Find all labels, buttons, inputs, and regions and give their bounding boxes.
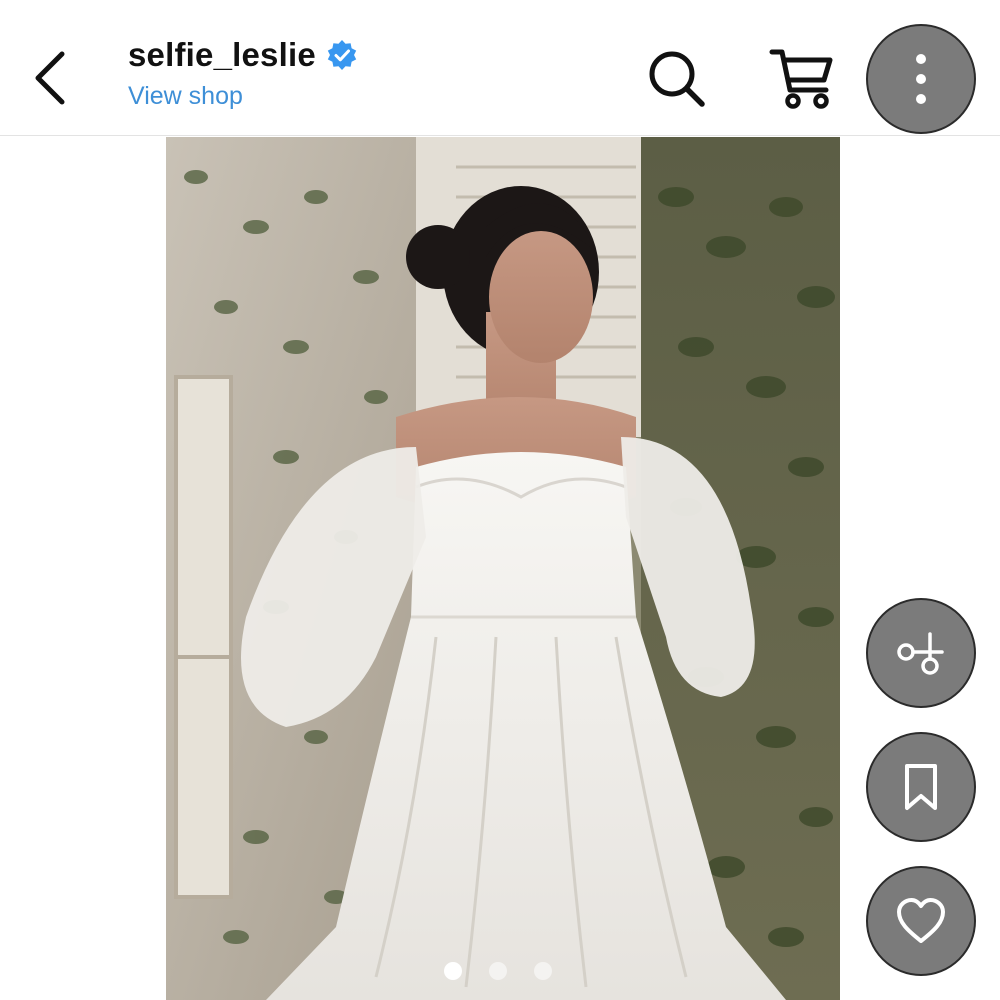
back-button[interactable] bbox=[22, 44, 78, 112]
photo-illustration bbox=[166, 137, 840, 1000]
cart-icon bbox=[769, 49, 833, 109]
more-vertical-icon bbox=[916, 54, 926, 104]
view-shop-link[interactable]: View shop bbox=[128, 82, 358, 111]
search-icon bbox=[649, 51, 705, 107]
more-options-button[interactable] bbox=[866, 24, 976, 134]
profile-header: selfie_leslie View shop bbox=[128, 36, 358, 111]
carousel-dot-2[interactable] bbox=[489, 962, 507, 980]
verified-badge-icon bbox=[327, 40, 357, 70]
search-button[interactable] bbox=[644, 46, 710, 112]
chevron-left-icon bbox=[35, 51, 65, 105]
scissors-icon bbox=[897, 632, 944, 675]
cutout-button[interactable] bbox=[866, 598, 976, 708]
carousel-dot-3[interactable] bbox=[534, 962, 552, 980]
carousel-indicator bbox=[444, 962, 552, 980]
product-photo[interactable] bbox=[166, 137, 840, 1000]
cart-button[interactable] bbox=[768, 44, 836, 112]
bookmark-icon bbox=[905, 764, 937, 810]
top-bar: selfie_leslie View shop bbox=[0, 0, 1000, 136]
carousel-dot-1[interactable] bbox=[444, 962, 462, 980]
heart-icon bbox=[897, 898, 945, 943]
save-button[interactable] bbox=[866, 732, 976, 842]
username[interactable]: selfie_leslie bbox=[128, 36, 316, 74]
like-button[interactable] bbox=[866, 866, 976, 976]
